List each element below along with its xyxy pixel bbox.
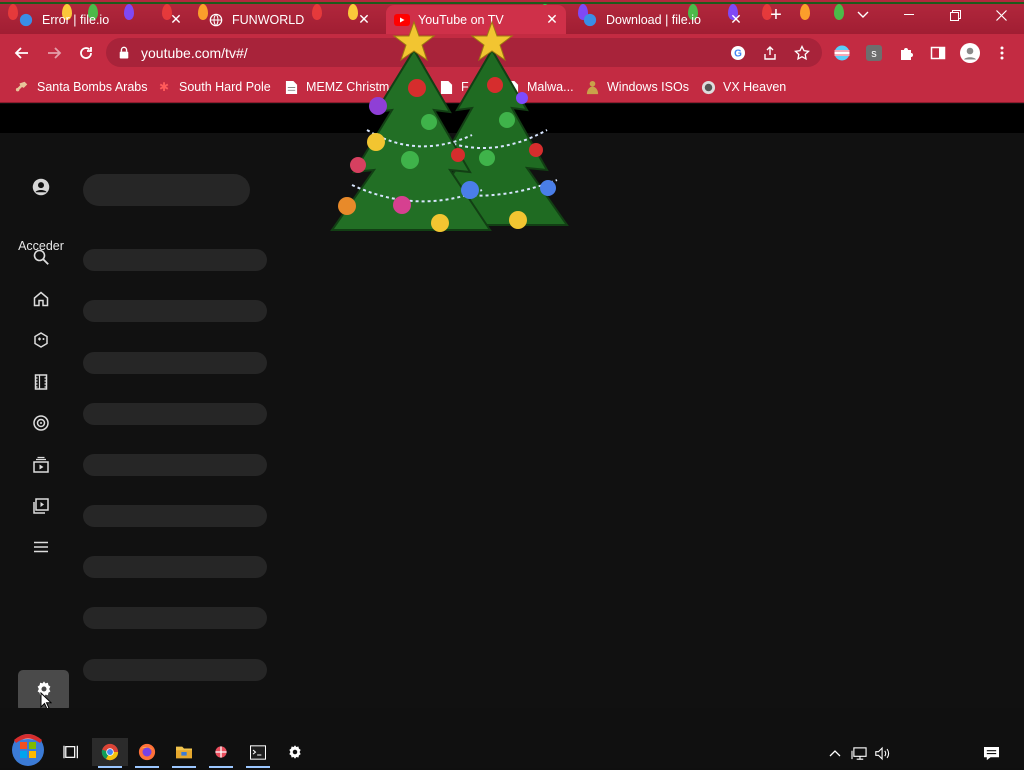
fileio-favicon-icon xyxy=(18,12,34,28)
bookmark-label: Windows ISOs xyxy=(607,80,689,94)
start-button[interactable] xyxy=(8,730,48,770)
chevron-up-icon[interactable] xyxy=(825,744,845,762)
bookmark-south-hard-pole[interactable]: ✱ South Hard Pole xyxy=(156,77,271,97)
guitar-icon xyxy=(14,79,30,95)
tab-title: FUNWORLD xyxy=(232,12,305,27)
placeholder-row xyxy=(83,249,267,271)
bookmark-santa-bombs-arabs[interactable]: Santa Bombs Arabs xyxy=(14,77,147,97)
bookmark-vx-heaven[interactable]: VX Heaven xyxy=(700,77,786,97)
chrome-icon[interactable] xyxy=(92,738,128,768)
gaming-icon[interactable] xyxy=(31,330,51,350)
bookmark-label: Santa Bombs Arabs xyxy=(37,80,148,94)
google-lens-icon[interactable]: G xyxy=(727,42,749,64)
subscriptions-icon[interactable] xyxy=(31,455,51,475)
placeholder-row xyxy=(83,454,267,476)
taskbar xyxy=(0,708,1024,768)
minimize-icon[interactable] xyxy=(886,0,932,30)
guide-sidebar: Acceder xyxy=(0,133,82,712)
new-tab-icon[interactable]: + xyxy=(756,0,796,30)
account-icon[interactable] xyxy=(29,175,53,199)
lock-icon[interactable] xyxy=(118,46,132,60)
page-icon xyxy=(283,79,299,95)
bookmark-windows-isos[interactable]: Windows ISOs xyxy=(584,77,689,97)
placeholder-row xyxy=(83,607,267,629)
restore-icon[interactable] xyxy=(932,0,978,30)
fileio-favicon-icon xyxy=(582,12,598,28)
back-icon[interactable] xyxy=(10,41,34,65)
placeholder-row xyxy=(83,352,267,374)
tab-title: Download | file.io xyxy=(606,12,701,27)
placeholder-row xyxy=(83,403,267,425)
snowflake-icon: ✱ xyxy=(158,80,170,94)
file-explorer-icon[interactable] xyxy=(166,738,202,768)
bookmark-label: South Hard Pole xyxy=(179,80,271,94)
reload-icon[interactable] xyxy=(74,41,98,65)
home-icon[interactable] xyxy=(31,289,51,309)
close-tab-icon[interactable]: ✕ xyxy=(168,11,184,27)
tab-download-fileio[interactable]: Download | file.io ✕ xyxy=(574,5,750,34)
share-icon[interactable] xyxy=(759,42,781,64)
task-view-icon[interactable] xyxy=(54,738,90,766)
app-icon[interactable] xyxy=(203,738,239,768)
notifications-icon[interactable] xyxy=(981,744,1001,762)
svg-text:G: G xyxy=(734,49,742,60)
placeholder-row xyxy=(83,174,250,206)
settings-button[interactable] xyxy=(18,670,69,712)
close-window-icon[interactable] xyxy=(978,0,1024,30)
buddha-icon xyxy=(584,79,600,95)
url-text[interactable]: youtube.com/tv#/ xyxy=(141,45,248,61)
movies-icon[interactable] xyxy=(31,372,51,392)
tab-error-fileio[interactable]: Error | file.io ✕ xyxy=(10,5,190,34)
christmas-light xyxy=(800,4,810,20)
placeholder-row xyxy=(83,556,267,578)
settings-icon[interactable] xyxy=(277,738,313,766)
firefox-icon[interactable] xyxy=(129,738,165,768)
side-panel-icon[interactable] xyxy=(927,42,949,64)
close-tab-icon[interactable]: ✕ xyxy=(728,11,744,27)
start-icon xyxy=(12,734,44,766)
globe-icon xyxy=(208,12,224,28)
christmas-trees-overlay xyxy=(322,20,572,260)
search-icon[interactable] xyxy=(31,247,51,267)
menu-icon[interactable] xyxy=(31,537,51,557)
vx-icon xyxy=(700,79,716,95)
placeholder-row xyxy=(83,505,267,527)
placeholder-row xyxy=(83,300,267,322)
extension-s-icon[interactable]: s xyxy=(863,42,885,64)
bookmark-star-icon[interactable] xyxy=(791,42,813,64)
chrome-menu-icon[interactable] xyxy=(991,42,1013,64)
terminal-icon[interactable] xyxy=(240,738,276,768)
forward-icon[interactable] xyxy=(42,41,66,65)
placeholder-row xyxy=(83,659,267,681)
extension-flag-icon[interactable] xyxy=(831,42,853,64)
network-icon[interactable] xyxy=(849,744,869,762)
library-icon[interactable] xyxy=(31,496,51,516)
profile-avatar-icon[interactable] xyxy=(959,42,981,64)
bookmark-label: VX Heaven xyxy=(723,80,787,94)
music-icon[interactable] xyxy=(31,413,51,433)
extensions-puzzle-icon[interactable] xyxy=(895,42,917,64)
tab-title: Error | file.io xyxy=(42,12,110,27)
svg-text:s: s xyxy=(871,48,877,60)
volume-icon[interactable] xyxy=(873,744,893,762)
tab-search-chevron-icon[interactable] xyxy=(840,0,886,30)
